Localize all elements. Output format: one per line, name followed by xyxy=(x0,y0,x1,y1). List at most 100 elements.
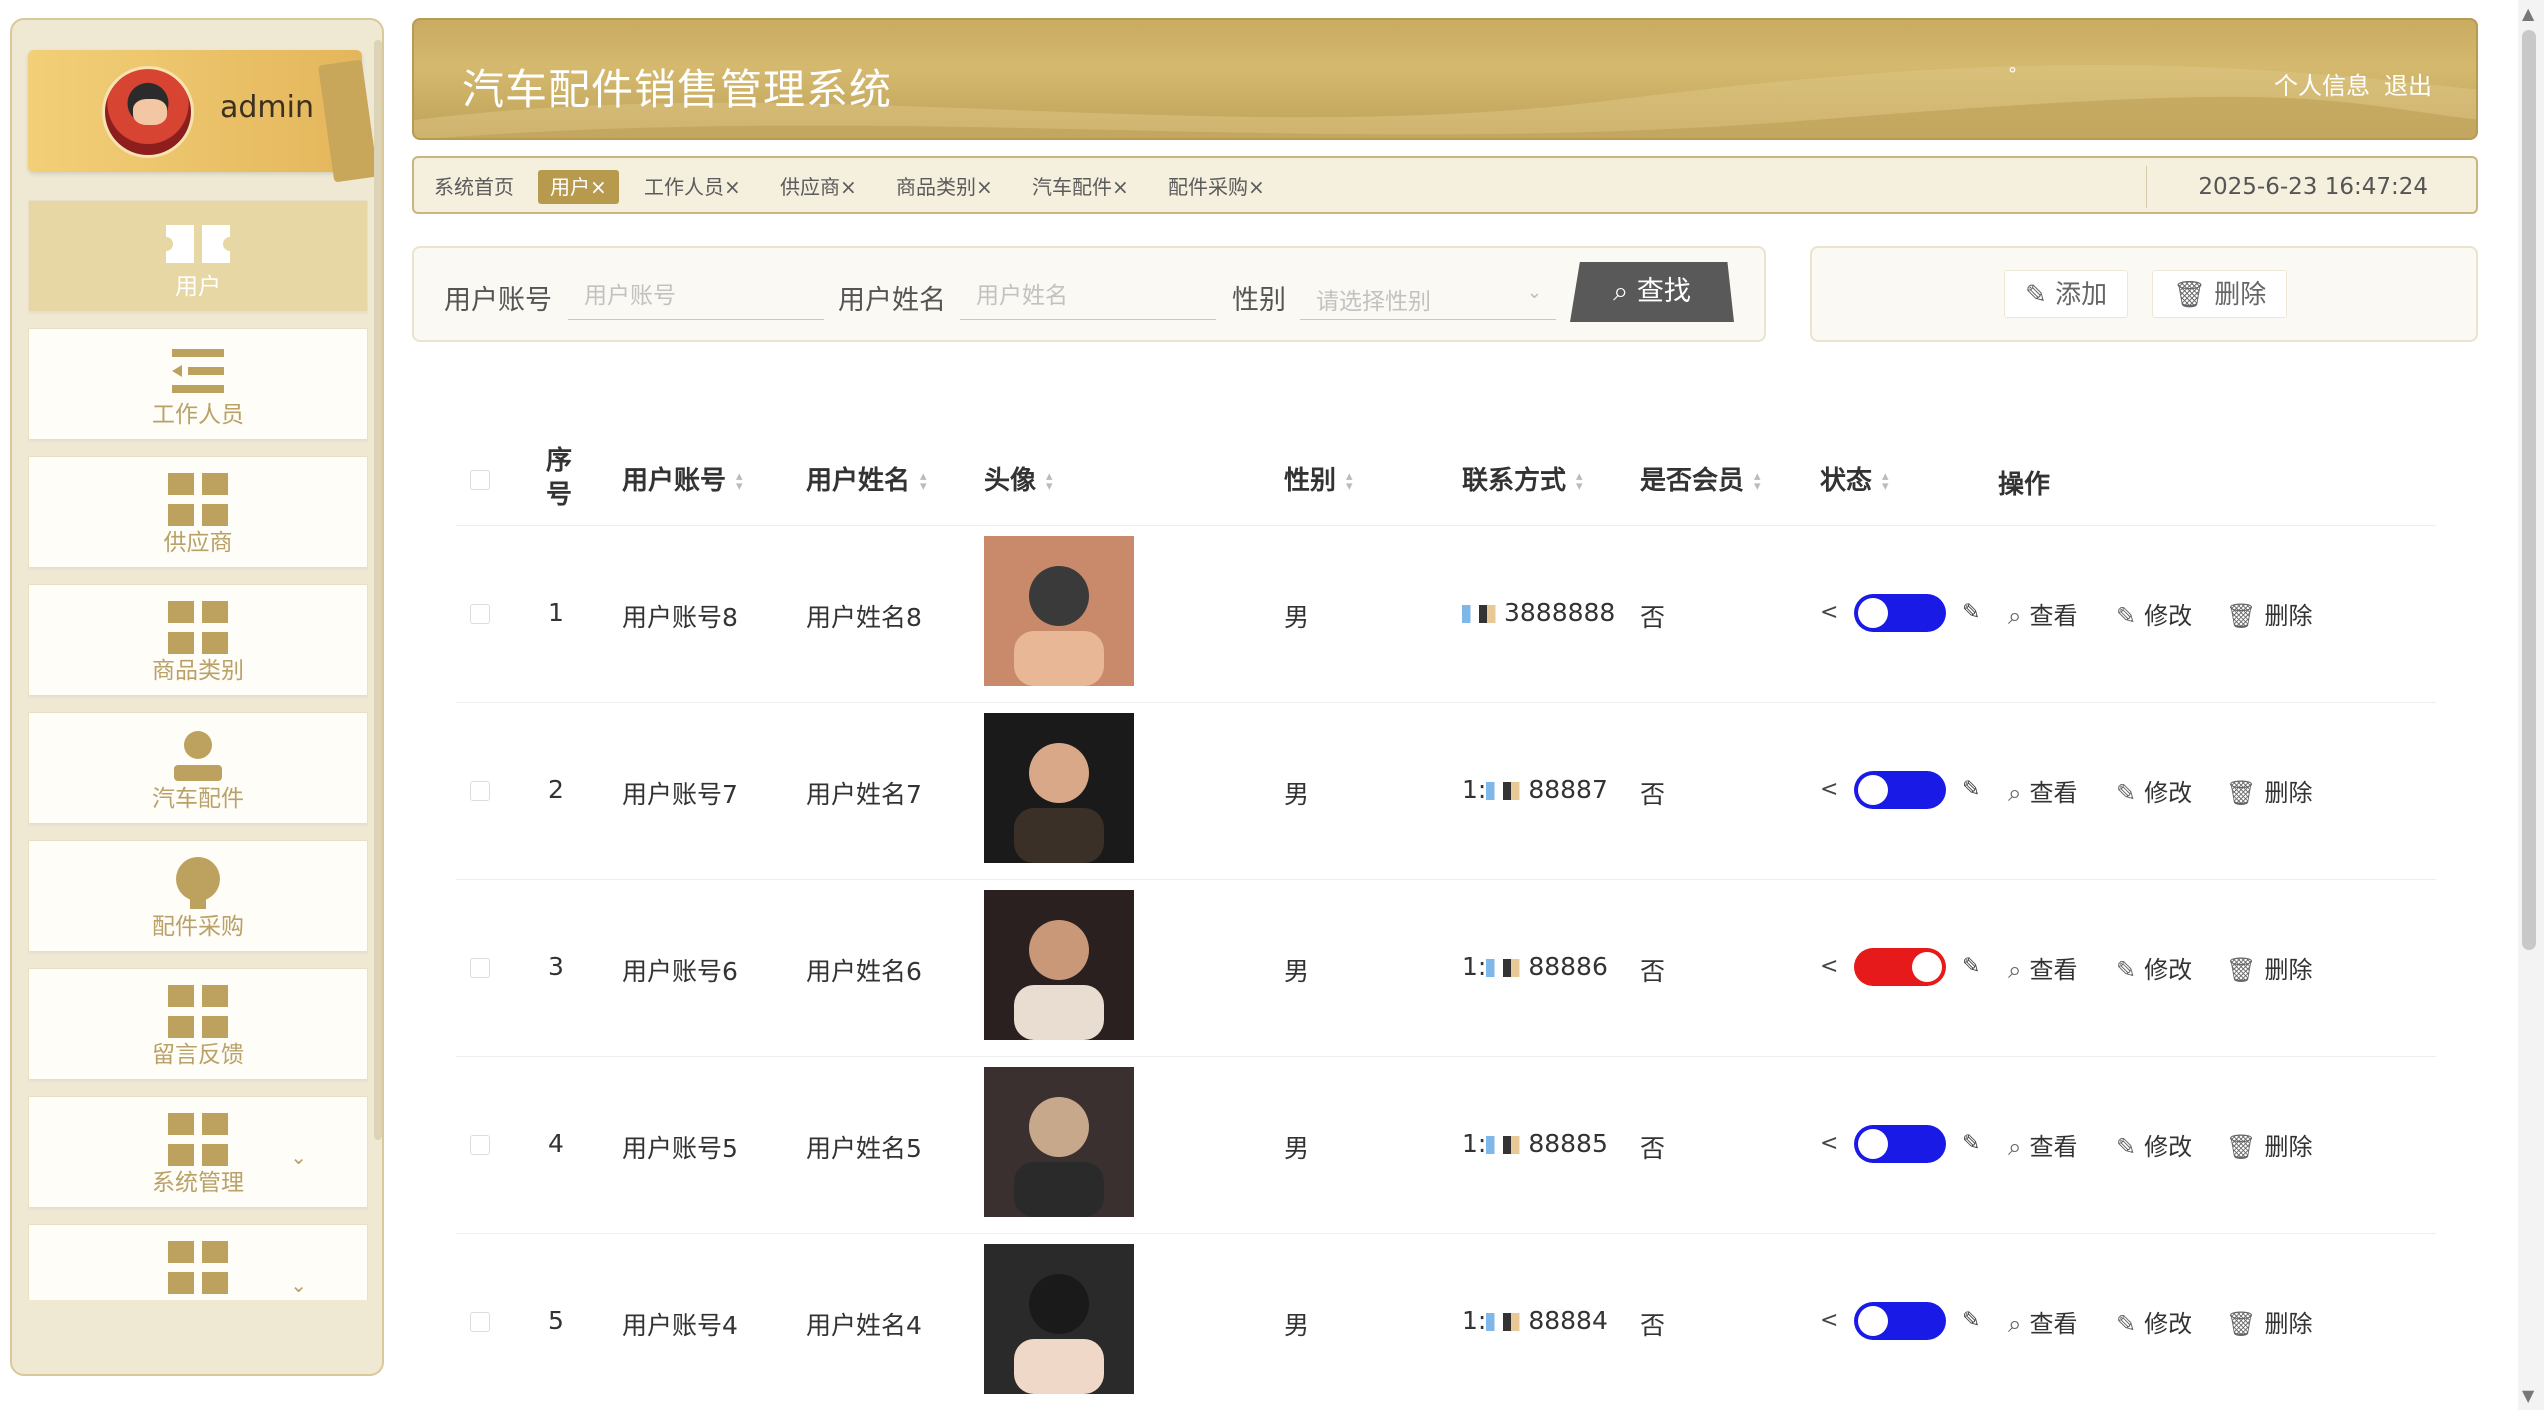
logout-link[interactable]: 退出 xyxy=(2384,72,2432,100)
share-icon[interactable]: < xyxy=(1820,777,1838,802)
gender-select[interactable]: 请选择性别 ⌄ xyxy=(1300,272,1556,320)
select-all-checkbox[interactable] xyxy=(470,470,490,490)
table-row: 5 用户账号4 用户姓名4 男 1: 88884 否 < ✎ ⌕ 查看 ✎ 修改 🗑 删… xyxy=(456,1234,2436,1410)
avatar-photo[interactable] xyxy=(984,890,1134,1040)
edit-button[interactable]: ✎ 修改 xyxy=(2116,1304,2192,1339)
edit-icon[interactable]: ✎ xyxy=(1962,954,1980,979)
sidebar-item-label: 工作人员 xyxy=(152,402,244,428)
edit-icon: ✎ xyxy=(2025,280,2047,310)
sidebar-item-system[interactable]: 系统管理 ⌄ xyxy=(28,1096,368,1208)
trash-icon: 🗑 xyxy=(2226,779,2257,807)
table-body: 1 用户账号8 用户姓名8 男 3888888 否 < ✎ ⌕ 查看 ✎ 修改 🗑 删… xyxy=(456,526,2436,1410)
delete-button[interactable]: 🗑 删除 xyxy=(2226,1127,2312,1162)
sidebar-scrollbar[interactable] xyxy=(374,40,382,1140)
sidebar-item-staff[interactable]: 工作人员 xyxy=(28,328,368,440)
status-toggle[interactable] xyxy=(1854,771,1946,809)
tab-users[interactable]: 用户× xyxy=(538,170,619,204)
grid-icon xyxy=(166,1113,230,1167)
account-input[interactable] xyxy=(568,272,824,320)
share-icon[interactable]: < xyxy=(1820,1308,1838,1333)
trash-icon: 🗑 xyxy=(2173,280,2207,310)
name-input[interactable] xyxy=(960,272,1216,320)
current-datetime: 2025-6-23 16:47:24 xyxy=(2198,174,2428,200)
tab-purchase[interactable]: 配件采购× xyxy=(1168,170,1265,204)
status-toggle[interactable] xyxy=(1854,1302,1946,1340)
sidebar-item-feedback[interactable]: 留言反馈 xyxy=(28,968,368,1080)
view-button[interactable]: ⌕ 查看 xyxy=(2008,596,2077,631)
sidebar-item-more[interactable]: ⌄ xyxy=(28,1224,368,1300)
add-button[interactable]: ✎ 添加 xyxy=(2004,270,2129,318)
user-card-decoration xyxy=(318,59,378,183)
edit-icon[interactable]: ✎ xyxy=(1962,1308,1980,1333)
edit-button[interactable]: ✎ 修改 xyxy=(2116,596,2192,631)
tab-categories[interactable]: 商品类别× xyxy=(896,170,993,204)
bulk-delete-button[interactable]: 🗑 删除 xyxy=(2152,270,2288,318)
cell-member: 否 xyxy=(1640,603,1666,632)
edit-icon[interactable]: ✎ xyxy=(1962,777,1980,802)
col-gender[interactable]: 性别 ▴ ▾ xyxy=(1284,460,1353,497)
sidebar-item-parts[interactable]: 汽车配件 xyxy=(28,712,368,824)
view-button[interactable]: ⌕ 查看 xyxy=(2008,773,2077,808)
view-button[interactable]: ⌕ 查看 xyxy=(2008,1304,2077,1339)
row-checkbox[interactable] xyxy=(470,1135,490,1155)
tab-staff[interactable]: 工作人员× xyxy=(644,170,741,204)
edit-button[interactable]: ✎ 修改 xyxy=(2116,773,2192,808)
edit-icon[interactable]: ✎ xyxy=(1962,1131,1980,1156)
sidebar-item-purchase[interactable]: 配件采购 xyxy=(28,840,368,952)
cell-account: 用户账号7 xyxy=(622,780,738,809)
sidebar-item-suppliers[interactable]: 供应商 xyxy=(28,456,368,568)
scroll-down-icon[interactable]: ▼ xyxy=(2522,1386,2534,1405)
col-name[interactable]: 用户姓名 ▴ ▾ xyxy=(806,460,927,497)
status-toggle[interactable] xyxy=(1854,948,1946,986)
tab-divider xyxy=(2146,166,2147,208)
edit-button[interactable]: ✎ 修改 xyxy=(2116,1127,2192,1162)
cell-account: 用户账号5 xyxy=(622,1134,738,1163)
grid-icon xyxy=(166,473,230,527)
scroll-up-icon[interactable]: ▲ xyxy=(2522,4,2534,23)
edit-icon: ✎ xyxy=(2116,602,2137,630)
user-name: admin xyxy=(220,90,314,125)
avatar-photo[interactable] xyxy=(984,1244,1134,1394)
delete-button[interactable]: 🗑 删除 xyxy=(2226,596,2312,631)
sidebar-item-categories[interactable]: 商品类别 xyxy=(28,584,368,696)
delete-button[interactable]: 🗑 删除 xyxy=(2226,950,2312,985)
edit-icon: ✎ xyxy=(2116,1310,2137,1338)
tab-suppliers[interactable]: 供应商× xyxy=(780,170,857,204)
header-dot: ° xyxy=(2008,64,2017,85)
search-button[interactable]: ⌕ 查找 xyxy=(1570,262,1734,322)
delete-button[interactable]: 🗑 删除 xyxy=(2226,773,2312,808)
row-checkbox[interactable] xyxy=(470,1312,490,1332)
status-toggle[interactable] xyxy=(1854,1125,1946,1163)
share-icon[interactable]: < xyxy=(1820,600,1838,625)
edit-button[interactable]: ✎ 修改 xyxy=(2116,950,2192,985)
col-status[interactable]: 状态 ▴ ▾ xyxy=(1820,460,1889,497)
row-checkbox[interactable] xyxy=(470,781,490,801)
avatar-photo[interactable] xyxy=(984,1067,1134,1217)
row-checkbox[interactable] xyxy=(470,604,490,624)
share-icon[interactable]: < xyxy=(1820,954,1838,979)
row-checkbox[interactable] xyxy=(470,958,490,978)
sidebar-item-label: 系统管理 xyxy=(152,1170,244,1196)
edit-icon[interactable]: ✎ xyxy=(1962,600,1980,625)
masked-digits xyxy=(1486,959,1529,977)
sidebar-item-users[interactable]: 用户 xyxy=(28,200,368,312)
profile-link[interactable]: 个人信息 xyxy=(2274,72,2370,100)
tab-home[interactable]: 系统首页 xyxy=(434,170,514,204)
col-avatar[interactable]: 头像 ▴ ▾ xyxy=(984,460,1053,497)
col-account[interactable]: 用户账号 ▴ ▾ xyxy=(622,460,743,497)
page-scrollbar[interactable] xyxy=(2522,30,2536,950)
view-button[interactable]: ⌕ 查看 xyxy=(2008,950,2077,985)
user-card[interactable]: admin xyxy=(28,50,378,183)
share-icon[interactable]: < xyxy=(1820,1131,1838,1156)
delete-button[interactable]: 🗑 删除 xyxy=(2226,1304,2312,1339)
status-toggle[interactable] xyxy=(1854,594,1946,632)
tab-parts[interactable]: 汽车配件× xyxy=(1032,170,1129,204)
masked-digits xyxy=(1486,1313,1529,1331)
app-header: 汽车配件销售管理系统 ° 个人信息 退出 xyxy=(412,18,2478,140)
avatar-photo[interactable] xyxy=(984,536,1134,686)
col-contact[interactable]: 联系方式 ▴ ▾ xyxy=(1462,460,1583,497)
cell-index: 2 xyxy=(548,775,564,804)
view-button[interactable]: ⌕ 查看 xyxy=(2008,1127,2077,1162)
avatar-photo[interactable] xyxy=(984,713,1134,863)
col-member[interactable]: 是否会员 ▴ ▾ xyxy=(1640,460,1761,497)
